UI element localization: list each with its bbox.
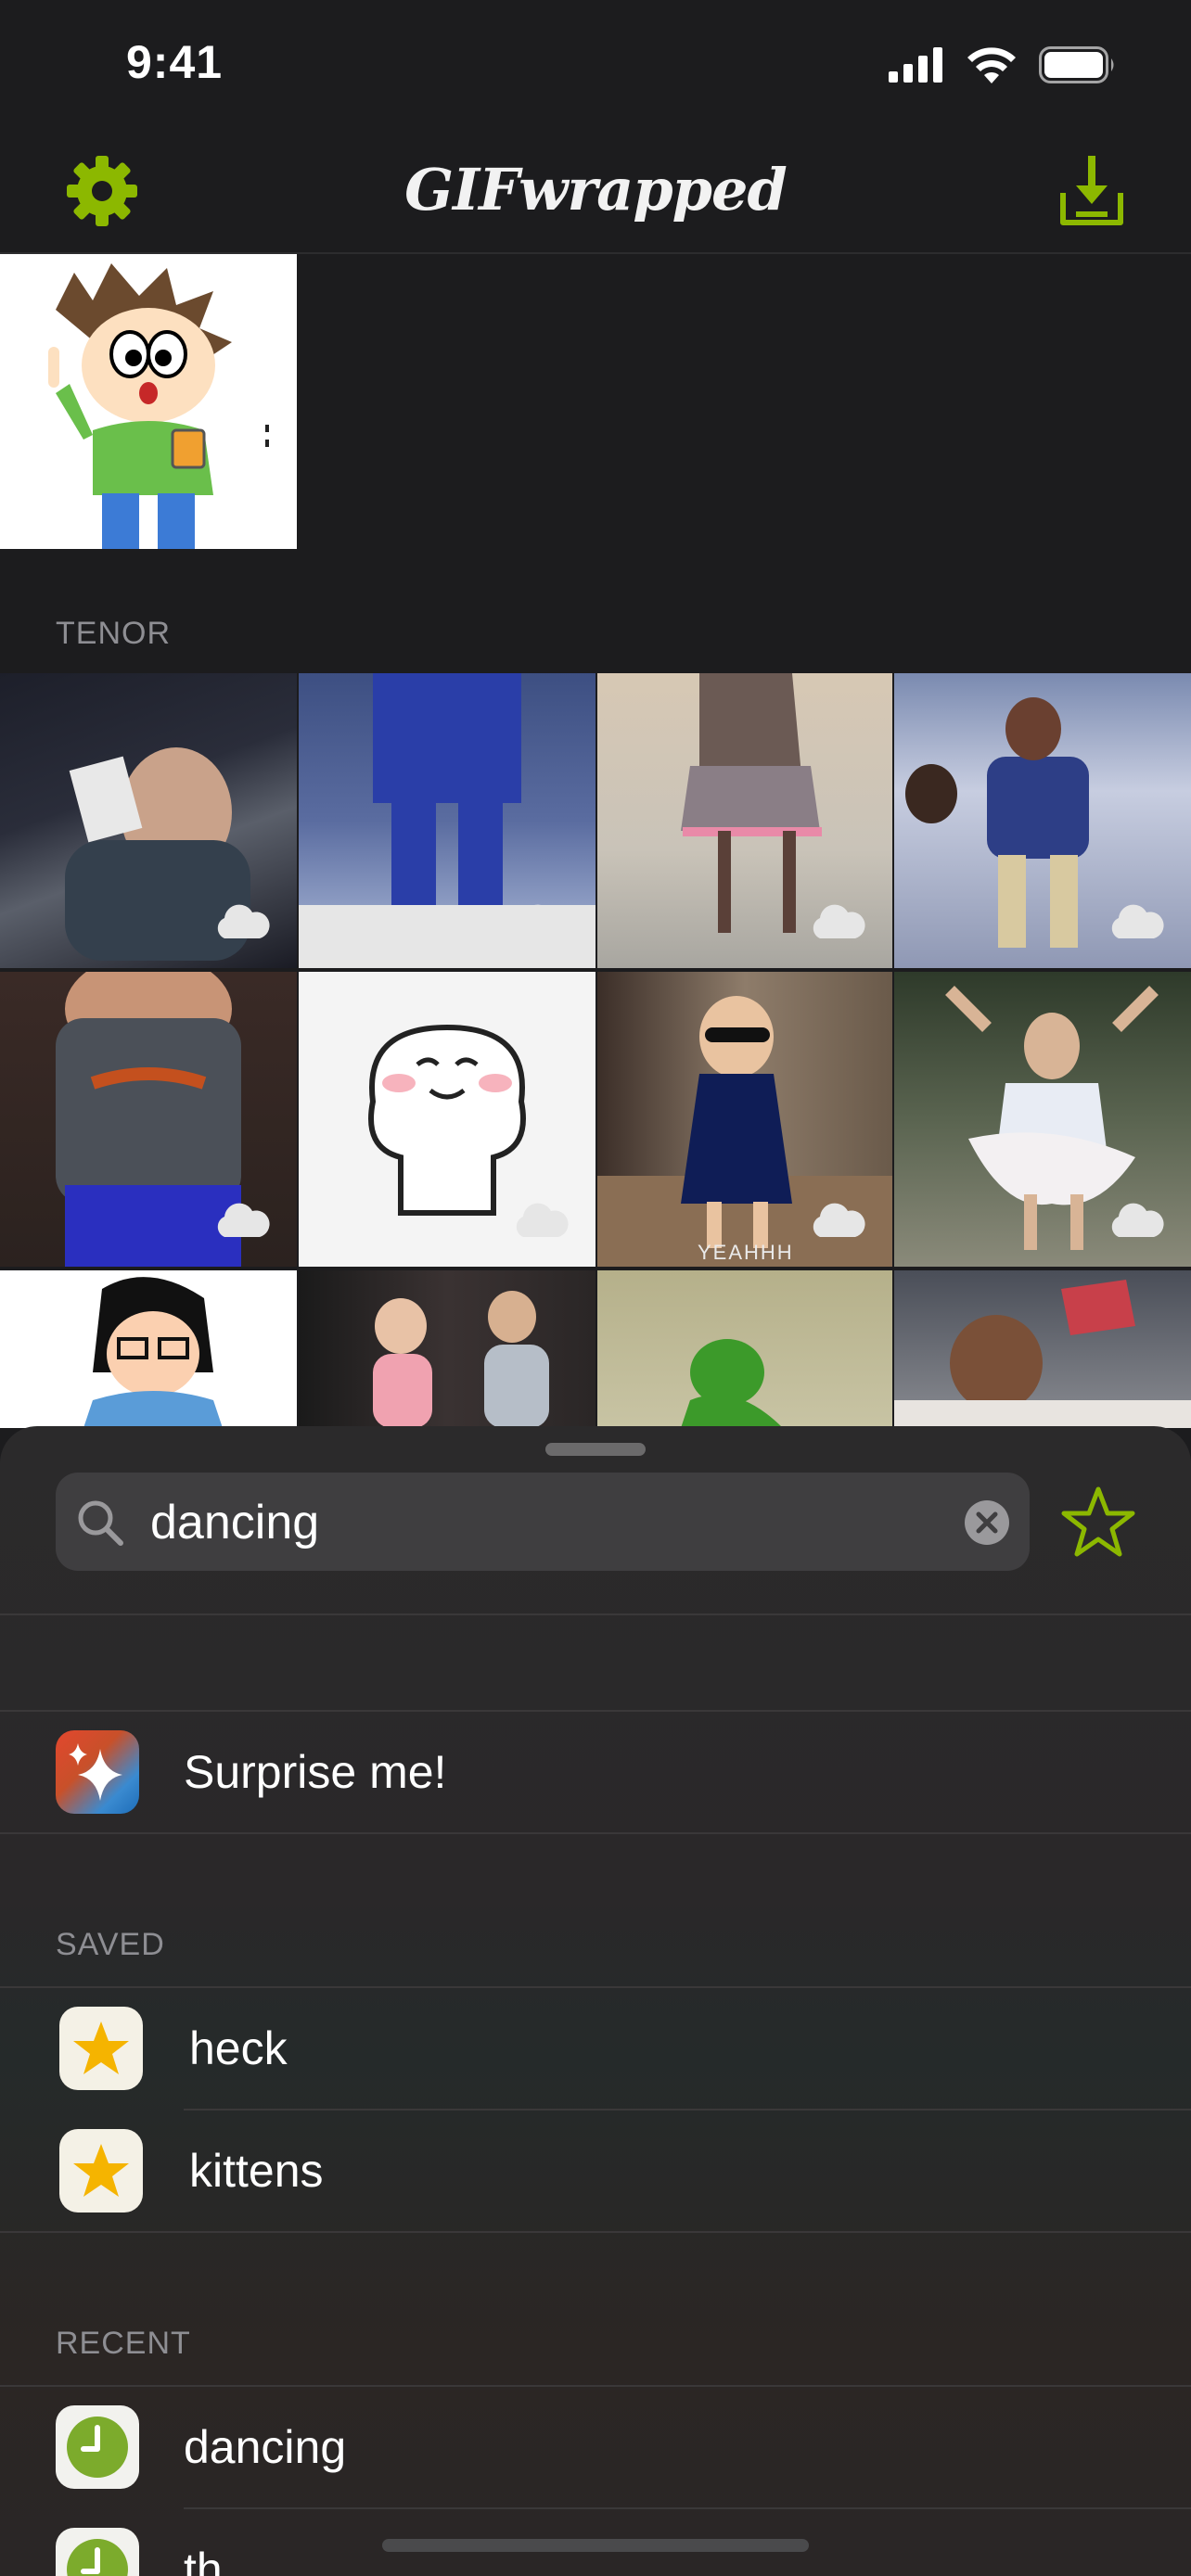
download-tray-icon[interactable]	[1057, 152, 1126, 228]
cloud-icon	[813, 1203, 865, 1237]
wifi-icon	[967, 47, 1016, 83]
recent-search-row[interactable]: dancing	[0, 2387, 1191, 2507]
clock-icon	[56, 2405, 139, 2489]
clear-search-icon[interactable]	[965, 1500, 1009, 1545]
gif-thumbnail[interactable]	[0, 972, 297, 1267]
battery-icon	[1039, 46, 1114, 83]
surprise-me-row[interactable]: Surprise me!	[0, 1712, 1191, 1832]
cloud-icon	[516, 904, 569, 938]
gif-thumbnail-yeahhh[interactable]: YEAHHH	[597, 972, 892, 1267]
gif-thumbnail[interactable]	[299, 1270, 596, 1428]
cloud-icon	[1111, 904, 1164, 938]
cloud-icon	[1111, 1203, 1164, 1237]
gif-thumbnail[interactable]	[0, 673, 297, 968]
status-time: 9:41	[126, 36, 224, 88]
section-label-recent: RECENT	[56, 2326, 191, 2361]
nav-bar: GIFwrapped	[0, 139, 1191, 254]
gif-thumbnail[interactable]	[0, 1270, 297, 1428]
divider	[0, 1832, 1191, 1834]
cloud-icon	[813, 904, 865, 938]
gif-thumbnail[interactable]	[894, 673, 1191, 968]
home-indicator[interactable]	[382, 2539, 809, 2552]
saved-search-label: heck	[189, 2022, 288, 2074]
saved-search-row[interactable]: kittens	[0, 2111, 1191, 2231]
divider	[0, 1613, 1191, 1615]
recent-search-label: dancing	[184, 2421, 347, 2473]
gif-thumbnail-cartoon-boy[interactable]	[0, 254, 297, 549]
divider	[0, 2231, 1191, 2233]
cloud-icon	[516, 1203, 569, 1237]
sparkles-icon	[56, 1730, 139, 1814]
cellular-signal-icon	[889, 47, 942, 83]
sheet-grabber[interactable]	[545, 1443, 646, 1456]
cloud-icon	[217, 904, 270, 938]
gif-thumbnail[interactable]	[299, 972, 596, 1267]
section-label-saved: SAVED	[56, 1927, 165, 1962]
gif-thumbnail[interactable]	[894, 972, 1191, 1267]
search-input[interactable]: dancing	[150, 1495, 319, 1550]
section-label-tenor: TENOR	[56, 616, 171, 651]
recent-search-label: th	[184, 2544, 223, 2576]
search-icon	[78, 1500, 123, 1546]
star-icon	[59, 2129, 143, 2213]
status-bar: 9:41	[0, 0, 1191, 139]
clock-icon	[56, 2528, 139, 2576]
gif-thumbnail[interactable]	[597, 1270, 892, 1428]
search-sheet: dancing Surprise me! SAVED heck kittens …	[0, 1426, 1191, 2576]
gif-thumbnail[interactable]	[299, 673, 596, 968]
cloud-icon	[217, 1203, 270, 1237]
saved-search-row[interactable]: heck	[0, 1988, 1191, 2109]
app-title: GIFwrapped	[404, 156, 788, 223]
search-field[interactable]: dancing	[56, 1473, 1030, 1571]
gif-thumbnail[interactable]	[597, 673, 892, 968]
star-icon	[59, 2007, 143, 2090]
gif-caption: YEAHHH	[698, 1241, 794, 1264]
gif-thumbnail[interactable]	[894, 1270, 1191, 1428]
saved-search-label: kittens	[189, 2145, 324, 2197]
surprise-me-label: Surprise me!	[184, 1746, 447, 1798]
favorite-star-button-icon[interactable]	[1061, 1486, 1135, 1558]
status-icons	[889, 46, 1117, 83]
